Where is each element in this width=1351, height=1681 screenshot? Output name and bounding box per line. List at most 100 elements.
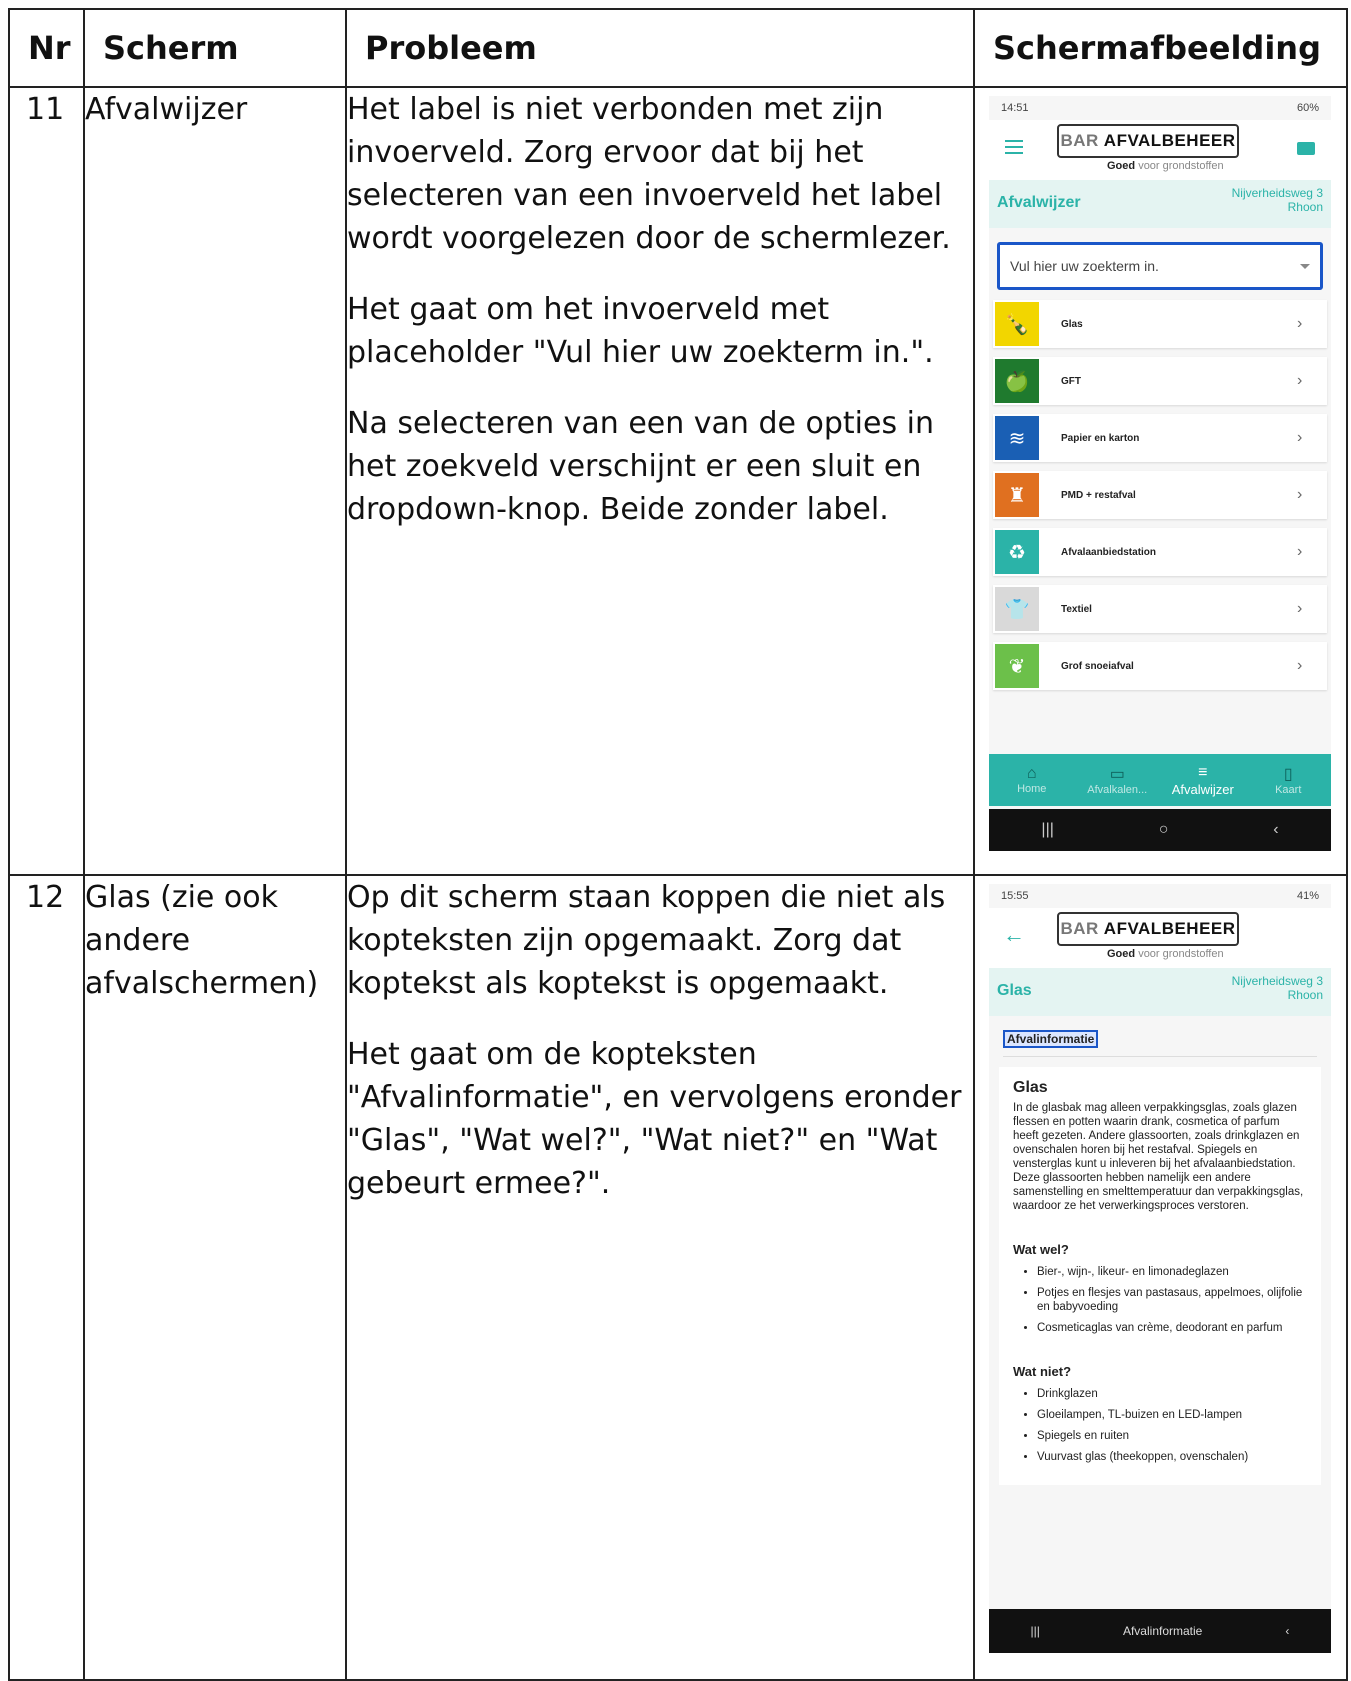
- info-card: Glas In de glasbak mag alleen verpakking…: [999, 1067, 1321, 1485]
- divider: [1003, 1056, 1317, 1057]
- app-bar: ← BAR AFVALBEHEER Goed voor grondstoffen: [989, 908, 1331, 968]
- table-row: 11 Afvalwijzer Het label is niet verbond…: [8, 86, 1348, 876]
- trash-bag-icon: ♜: [995, 473, 1039, 517]
- phone-screenshot-afvalwijzer: 14:51 60% BAR AFVALBEHEER Goed voor grond…: [989, 96, 1331, 851]
- header-scherm: Scherm: [83, 8, 347, 88]
- category-label: Afvalaanbiedstation: [1061, 546, 1157, 558]
- tagline: Goed voor grondstoffen: [1107, 948, 1224, 960]
- header-schermafbeelding: Schermafbeelding: [973, 8, 1348, 88]
- nav-item[interactable]: ▭ Afvalkalen...: [1077, 764, 1157, 796]
- list-item: Drinkglazen: [1037, 1387, 1307, 1401]
- home-circle-icon[interactable]: ○: [1159, 821, 1169, 839]
- mail-icon[interactable]: [1297, 142, 1315, 155]
- chevron-right-icon: ›: [1297, 657, 1303, 674]
- probleem-paragraph: Op dit scherm staan koppen die niet als …: [347, 880, 946, 1001]
- list-item: Bier-, wijn-, likeur- en limonadeglazen: [1037, 1265, 1307, 1279]
- category-list: 🍾 Glas › 🍏 GFT › ≋ Papier en karton › ♜ PMD + rest…: [989, 300, 1331, 690]
- nav-label: Home: [1017, 783, 1047, 795]
- row-nr: 11: [8, 86, 85, 876]
- chevron-right-icon: ›: [1297, 429, 1303, 446]
- category-item[interactable]: ❦ Grof snoeiafval ›: [993, 642, 1327, 690]
- header-probleem: Probleem: [345, 8, 975, 88]
- back-arrow-icon[interactable]: ←: [1003, 922, 1025, 948]
- category-item[interactable]: ♻ Afvalaanbiedstation ›: [993, 528, 1327, 576]
- chevron-right-icon: ›: [1297, 486, 1303, 503]
- dropdown-caret-icon[interactable]: [1300, 263, 1310, 269]
- screen-title: Glas: [997, 982, 1032, 999]
- row-probleem: Het label is niet verbonden met zijn inv…: [345, 86, 975, 876]
- category-item[interactable]: ♜ PMD + restafval ›: [993, 471, 1327, 519]
- category-label: GFT: [1061, 375, 1081, 387]
- category-item[interactable]: ≋ Papier en karton ›: [993, 414, 1327, 462]
- back-chevron-icon[interactable]: ‹: [1285, 1624, 1289, 1638]
- shirt-icon: 👕: [995, 587, 1039, 631]
- category-item[interactable]: 🍾 Glas ›: [993, 300, 1327, 348]
- probleem-paragraph: Na selecteren van een van de opties in h…: [347, 406, 934, 527]
- title-bar: Glas Nijverheidsweg 3 Rhoon: [989, 968, 1331, 1016]
- status-battery: 41%: [1296, 890, 1319, 902]
- header-nr: Nr: [8, 8, 85, 88]
- probleem-paragraph: Het gaat om de kopteksten "Afvalinformat…: [347, 1037, 962, 1201]
- nav-label: Afvalkalen...: [1087, 784, 1148, 796]
- chevron-right-icon: ›: [1297, 372, 1303, 389]
- tooltip: Afvalinformatie: [1122, 1624, 1203, 1638]
- nav-item[interactable]: ▯ Kaart: [1248, 764, 1328, 796]
- info-section: Afvalinformatie: [989, 1016, 1331, 1057]
- category-label: Papier en karton: [1061, 432, 1140, 444]
- row-screenshot: 15:55 41% ← BAR AFVALBEHEER Goed voor gro…: [973, 874, 1348, 1681]
- recycle-icon: ♻: [995, 530, 1039, 574]
- paper-stack-icon: ≋: [995, 416, 1039, 460]
- menu-icon[interactable]: [1005, 140, 1023, 158]
- title-bar: Afvalwijzer Nijverheidsweg 3 Rhoon: [989, 180, 1331, 228]
- bottom-navigation: ⌂ Home ▭ Afvalkalen... ≡ Afvalwijzer ▯ Kaart: [989, 754, 1331, 806]
- nav-label: Kaart: [1275, 784, 1302, 796]
- list-item: Gloeilampen, TL-buizen en LED-lampen: [1037, 1408, 1307, 1422]
- wat-niet-title: Wat niet?: [1013, 1364, 1072, 1379]
- wat-wel-title: Wat wel?: [1013, 1242, 1069, 1257]
- list-item: Vuurvast glas (theekoppen, ovenschalen): [1037, 1450, 1307, 1464]
- back-chevron-icon[interactable]: ‹: [1273, 821, 1278, 839]
- nav-item[interactable]: ⌂ Home: [992, 765, 1072, 795]
- chevron-right-icon: ›: [1297, 600, 1303, 617]
- header-row: Nr Scherm Probleem Schermafbeelding: [8, 8, 1348, 88]
- logo: BAR AFVALBEHEER: [1057, 124, 1239, 158]
- apple-core-icon: 🍏: [995, 359, 1039, 403]
- home-icon: ⌂: [1026, 765, 1037, 782]
- chevron-right-icon: ›: [1297, 315, 1303, 332]
- map-icon: ▯: [1283, 766, 1293, 783]
- card-text: In de glasbak mag alleen verpakkingsglas…: [1013, 1102, 1304, 1212]
- wat-niet-list: Drinkglazen Gloeilampen, TL-buizen en LED…: [1013, 1387, 1307, 1464]
- address: Nijverheidsweg 3 Rhoon: [1231, 186, 1323, 214]
- card-title: Glas: [1013, 1079, 1048, 1096]
- search-input[interactable]: Vul hier uw zoekterm in.: [997, 242, 1323, 290]
- category-item[interactable]: 🍏 GFT ›: [993, 357, 1327, 405]
- issues-table: Nr Scherm Probleem Schermafbeelding 11 A…: [8, 8, 1348, 1681]
- category-item[interactable]: 👕 Textiel ›: [993, 585, 1327, 633]
- status-time: 14:51: [1001, 102, 1029, 114]
- list-item: Cosmeticaglas van crème, deodorant en pa…: [1037, 1321, 1307, 1335]
- calendar-icon: ▭: [1109, 766, 1125, 783]
- row-scherm: Afvalwijzer: [83, 86, 347, 876]
- chevron-right-icon: ›: [1297, 543, 1303, 560]
- system-navigation: ||| ○ ‹: [989, 809, 1331, 851]
- row-scherm: Glas (zie ook andere afvalschermen): [83, 874, 347, 1681]
- row-probleem: Op dit scherm staan koppen die niet als …: [345, 874, 975, 1681]
- wat-wel-list: Bier-, wijn-, likeur- en limonadeglazen P…: [1013, 1265, 1307, 1335]
- list-item: Potjes en flesjes van pastasaus, appelmo…: [1037, 1286, 1307, 1314]
- table-row: 12 Glas (zie ook andere afvalschermen) O…: [8, 874, 1348, 1681]
- nav-item[interactable]: ≡ Afvalwijzer: [1163, 764, 1243, 797]
- probleem-paragraph: Het label is niet verbonden met zijn inv…: [347, 92, 951, 256]
- recent-apps-icon[interactable]: |||: [1031, 1624, 1040, 1638]
- address: Nijverheidsweg 3 Rhoon: [1231, 974, 1323, 1002]
- logo: BAR AFVALBEHEER: [1057, 912, 1239, 946]
- tagline: Goed voor grondstoffen: [1107, 160, 1224, 172]
- recent-apps-icon[interactable]: |||: [1041, 821, 1053, 839]
- row-screenshot: 14:51 60% BAR AFVALBEHEER Goed voor grond…: [973, 86, 1348, 876]
- probleem-paragraph: Het gaat om het invoerveld met placehold…: [347, 292, 934, 370]
- category-label: Glas: [1061, 318, 1083, 330]
- category-label: Grof snoeiafval: [1061, 660, 1134, 672]
- phone-screenshot-glas: 15:55 41% ← BAR AFVALBEHEER Goed voor gro…: [989, 884, 1331, 1653]
- status-time: 15:55: [1001, 890, 1029, 902]
- status-bar: 15:55 41%: [989, 884, 1331, 908]
- highlighted-heading[interactable]: Afvalinformatie: [1003, 1030, 1099, 1048]
